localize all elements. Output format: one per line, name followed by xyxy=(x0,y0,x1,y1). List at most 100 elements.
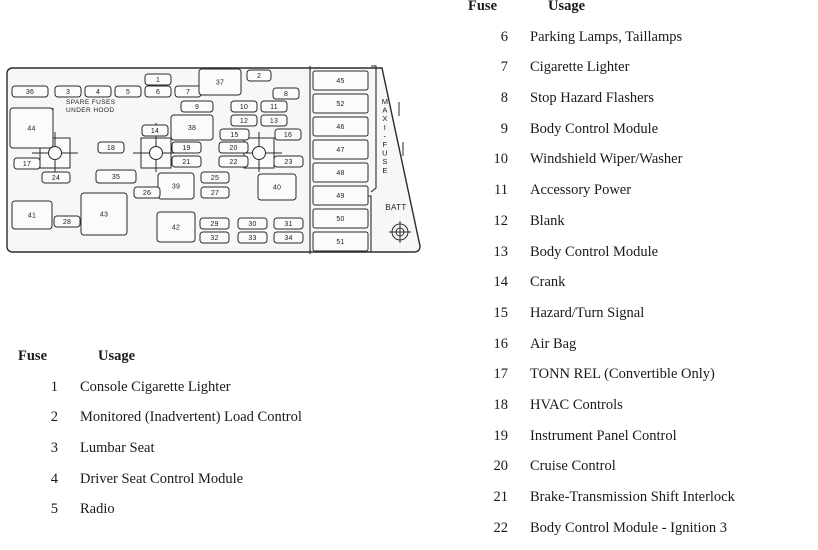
fuse-cell-50[interactable]: 50 xyxy=(312,208,369,229)
fuse-cell-41[interactable]: 41 xyxy=(11,200,53,230)
table-row: 1 Console Cigarette Lighter xyxy=(0,379,440,410)
fuse-cell-20[interactable]: 20 xyxy=(218,141,249,154)
fuse-cell-label: 15 xyxy=(230,132,238,139)
fuse-usage-cell: Body Control Module xyxy=(530,120,659,137)
fuse-cell-43[interactable]: 43 xyxy=(80,192,128,236)
fuse-cell-37[interactable]: 37 xyxy=(198,68,242,96)
fuse-cell-40[interactable]: 40 xyxy=(257,173,297,201)
table-header-row: Fuse Usage xyxy=(450,0,818,29)
fuse-cell-34[interactable]: 34 xyxy=(273,231,304,244)
fuse-cell-15[interactable]: 15 xyxy=(219,128,250,141)
fuse-cell-12[interactable]: 12 xyxy=(230,114,258,127)
fuse-cell-39[interactable]: 39 xyxy=(157,172,195,200)
fuse-usage-cell: Lumbar Seat xyxy=(80,440,155,457)
fuse-cell-2[interactable]: 2 xyxy=(246,69,272,82)
column-header-fuse: Fuse xyxy=(18,348,47,364)
fuse-cell-29[interactable]: 29 xyxy=(199,217,230,230)
spare-fuses-note-line1: SPARE FUSES xyxy=(66,99,116,106)
fuse-number-cell: 5 xyxy=(50,501,58,518)
fuse-cell-35[interactable]: 35 xyxy=(95,169,137,184)
batt-label: BATT xyxy=(385,203,406,212)
fuse-cell-38[interactable]: 38 xyxy=(170,114,214,141)
fuse-cell-label: 18 xyxy=(107,145,115,152)
fuse-number-cell: 9 xyxy=(500,120,508,137)
fuse-cell-25[interactable]: 25 xyxy=(200,171,230,184)
fuse-cell-42[interactable]: 42 xyxy=(156,211,196,243)
fuse-cell-label: 40 xyxy=(273,184,281,191)
fuse-number-cell: 2 xyxy=(50,409,58,426)
fuse-cell-label: 2 xyxy=(257,73,261,80)
table-row: 15 Hazard/Turn Signal xyxy=(450,305,818,336)
fuse-cell-label: 47 xyxy=(336,147,344,154)
fuse-usage-cell: Console Cigarette Lighter xyxy=(80,378,231,395)
fuse-cell-label: 32 xyxy=(210,235,218,242)
fuse-cell-label: 25 xyxy=(211,175,219,182)
fuse-cell-7[interactable]: 7 xyxy=(174,85,202,98)
fuse-cell-28[interactable]: 28 xyxy=(53,215,81,228)
fuse-cell-label: 34 xyxy=(284,235,292,242)
table-row: 9 Body Control Module xyxy=(450,121,818,152)
fuse-cell-16[interactable]: 16 xyxy=(274,128,302,141)
table-row: 6 Parking Lamps, Taillamps xyxy=(450,29,818,60)
fuse-number-cell: 3 xyxy=(50,440,58,457)
fuse-cell-14[interactable]: 14 xyxy=(141,124,169,137)
fuse-number-cell: 10 xyxy=(493,151,509,168)
fuse-cell-51[interactable]: 51 xyxy=(312,231,369,252)
fuse-number-cell: 19 xyxy=(493,427,509,444)
fuse-cell-label: 43 xyxy=(100,211,108,218)
table-row: 17 TONN REL (Convertible Only) xyxy=(450,366,818,397)
fuse-cell-30[interactable]: 30 xyxy=(237,217,268,230)
table-row: 13 Body Control Module xyxy=(450,244,818,275)
fuse-cell-32[interactable]: 32 xyxy=(199,231,230,244)
fuse-cell-label: 21 xyxy=(182,159,190,166)
fuse-cell-6[interactable]: 6 xyxy=(144,85,172,98)
fuse-cell-5[interactable]: 5 xyxy=(114,85,142,98)
fuse-cell-11[interactable]: 11 xyxy=(260,100,288,113)
fuse-cell-21[interactable]: 21 xyxy=(171,155,202,168)
fuse-usage-cell: Monitored (Inadvertent) Load Control xyxy=(80,409,302,426)
fuse-usage-cell: Instrument Panel Control xyxy=(530,427,677,444)
fuse-usage-table-right: Fuse Usage 6 Parking Lamps, Taillamps 7 Cig… xyxy=(450,0,818,550)
fuse-block-diagram: SPARE FUSES UNDER HOOD M A X I -F U S E … xyxy=(0,60,440,260)
table-row: 21 Brake-Transmission Shift Interlock xyxy=(450,489,818,520)
fuse-usage-cell: Windshield Wiper/Washer xyxy=(530,151,683,168)
fuse-cell-31[interactable]: 31 xyxy=(273,217,304,230)
fuse-cell-label: 13 xyxy=(270,118,278,125)
fuse-cell-47[interactable]: 47 xyxy=(312,139,369,160)
fuse-number-cell: 11 xyxy=(494,182,508,199)
fuse-cell-24[interactable]: 24 xyxy=(41,171,71,184)
table-row: 12 Blank xyxy=(450,213,818,244)
fuse-cell-45[interactable]: 45 xyxy=(312,70,369,91)
fuse-cell-10[interactable]: 10 xyxy=(230,100,258,113)
fuse-cell-33[interactable]: 33 xyxy=(237,231,268,244)
fuse-cell-49[interactable]: 49 xyxy=(312,185,369,206)
fuse-cell-26[interactable]: 26 xyxy=(133,186,161,199)
fuse-cell-52[interactable]: 52 xyxy=(312,93,369,114)
fuse-number-cell: 7 xyxy=(500,59,508,76)
fuse-cell-3[interactable]: 3 xyxy=(54,85,82,98)
fuse-cell-4[interactable]: 4 xyxy=(84,85,112,98)
fuse-cell-8[interactable]: 8 xyxy=(272,87,300,100)
fuse-cell-9[interactable]: 9 xyxy=(180,100,214,113)
fuse-cell-46[interactable]: 46 xyxy=(312,116,369,137)
fuse-cell-18[interactable]: 18 xyxy=(97,141,125,154)
fuse-cell-label: 10 xyxy=(240,104,248,111)
column-header-usage: Usage xyxy=(548,0,586,14)
fuse-usage-cell: Body Control Module xyxy=(530,243,659,260)
fuse-cell-48[interactable]: 48 xyxy=(312,162,369,183)
fuse-cell-44[interactable]: 44 xyxy=(9,107,54,149)
fuse-cell-13[interactable]: 13 xyxy=(260,114,288,127)
fuse-cell-22[interactable]: 22 xyxy=(218,155,249,168)
fuse-cell-23[interactable]: 23 xyxy=(273,155,304,168)
fuse-cell-1[interactable]: 1 xyxy=(144,73,172,86)
fuse-cell-label: 29 xyxy=(210,221,218,228)
fuse-cell-27[interactable]: 27 xyxy=(200,186,230,199)
fuse-number-cell: 1 xyxy=(50,378,58,395)
fuse-cell-17[interactable]: 17 xyxy=(13,157,41,170)
fuse-usage-cell: TONN REL (Convertible Only) xyxy=(530,366,715,383)
fuse-cell-19[interactable]: 19 xyxy=(171,141,202,154)
fuse-cell-label: 30 xyxy=(248,221,256,228)
fuse-cell-label: 26 xyxy=(143,190,151,197)
fuse-cell-label: 22 xyxy=(229,159,237,166)
fuse-cell-36[interactable]: 36 xyxy=(11,85,49,98)
